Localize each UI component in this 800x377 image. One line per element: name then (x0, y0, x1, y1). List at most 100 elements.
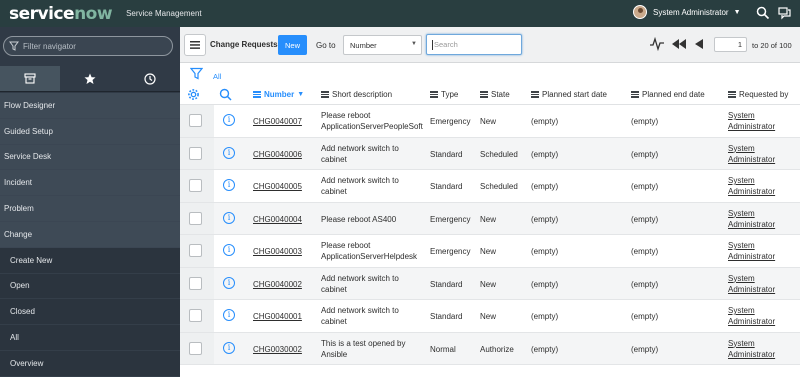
sidebar-item-guided-setup[interactable]: Guided Setup (0, 118, 180, 145)
cell-planned-start: (empty) (531, 117, 559, 126)
search-icon[interactable] (756, 6, 770, 20)
cell-short-description: Please reboot ApplicationServerPeopleSof… (321, 111, 423, 131)
servicenow-logo[interactable]: servicenow (9, 4, 113, 24)
column-header-req-label: Requested by (739, 90, 789, 99)
info-icon[interactable]: i (223, 211, 235, 224)
row-checkbox[interactable] (189, 211, 202, 225)
sidebar-item-incident[interactable]: Incident (0, 170, 180, 197)
cell-number[interactable]: CHG0030002 (253, 344, 302, 355)
column-header-number[interactable]: Number ▼ (253, 90, 304, 99)
chevron-down-icon: ▼ (411, 41, 417, 47)
cell-requested-by[interactable]: System Administrator (728, 338, 790, 360)
sidebar-item-service-desk[interactable]: Service Desk (0, 144, 180, 171)
list-context-menu-button[interactable] (184, 34, 206, 56)
table-row: i CHG0040003 Please reboot ApplicationServ… (180, 235, 800, 268)
search-placeholder: Search (434, 40, 458, 49)
user-menu[interactable]: System Administrator ▼ (633, 5, 741, 19)
cell-planned-end: (empty) (631, 117, 659, 126)
cell-state: New (480, 117, 497, 126)
table-row: i CHG0030002 This is a test opened by Ansi… (180, 332, 800, 365)
column-header-requested-by[interactable]: Requested by (728, 90, 788, 99)
sidebar-item-problem[interactable]: Problem (0, 196, 180, 222)
tab-favorites[interactable] (60, 66, 120, 91)
info-icon[interactable]: i (223, 244, 235, 256)
row-checkbox[interactable] (189, 146, 202, 160)
application-navigator: Flow DesignerGuided SetupService DeskInc… (0, 27, 180, 377)
chat-icon[interactable] (778, 6, 792, 20)
cell-short-description: Add network switch to cabinet (321, 273, 399, 294)
list-header: Change Requests New Go to Number ▼ Searc… (180, 27, 800, 63)
cell-state: Authorize (480, 344, 514, 354)
filter-navigator[interactable] (3, 36, 173, 56)
cell-number[interactable]: CHG0040001 (253, 311, 302, 322)
column-menu-icon (430, 90, 438, 99)
search-input[interactable]: Search (426, 34, 522, 55)
cell-requested-by[interactable]: System Administrator (728, 208, 790, 230)
cell-requested-by[interactable]: System Administrator (728, 143, 790, 165)
cell-requested-by[interactable]: System Administrator (728, 240, 790, 262)
row-checkbox[interactable] (189, 244, 202, 257)
sidebar-item-change[interactable]: Change (0, 221, 180, 248)
column-header-end-label: Planned end date (642, 90, 705, 99)
archive-icon (24, 73, 36, 84)
sidebar-item-overview[interactable]: Overview (0, 350, 180, 377)
cell-number[interactable]: CHG0040004 (253, 214, 302, 225)
first-page-icon[interactable] (672, 39, 686, 49)
column-header-short-description[interactable]: Short description (321, 90, 392, 99)
info-icon[interactable]: i (223, 146, 235, 159)
row-checkbox[interactable] (189, 309, 202, 322)
row-checkbox[interactable] (189, 114, 202, 127)
cell-planned-start: (empty) (531, 344, 559, 354)
new-button[interactable]: New (278, 35, 307, 55)
filter-icon (9, 41, 19, 51)
info-icon[interactable]: i (223, 276, 235, 289)
top-banner: servicenow Service Management System Adm… (0, 0, 800, 27)
activity-pulse-icon[interactable] (650, 37, 664, 51)
cell-number[interactable]: CHG0040007 (253, 116, 302, 127)
info-icon[interactable]: i (223, 341, 235, 354)
filter-icon[interactable] (190, 67, 203, 80)
column-header-type[interactable]: Type (430, 90, 458, 99)
gear-icon[interactable] (187, 88, 200, 101)
sidebar-item-all[interactable]: All (0, 325, 180, 351)
cell-requested-by[interactable]: System Administrator (728, 110, 790, 132)
cell-type: Standard (430, 149, 463, 159)
user-name: System Administrator (653, 7, 729, 17)
cell-number[interactable]: CHG0040003 (253, 246, 302, 257)
row-checkbox[interactable] (189, 179, 202, 192)
goto-field-select[interactable]: Number ▼ (343, 35, 422, 55)
cell-requested-by[interactable]: System Administrator (728, 273, 790, 295)
cell-number[interactable]: CHG0040005 (253, 181, 302, 192)
cell-number[interactable]: CHG0040006 (253, 149, 302, 160)
filter-navigator-input[interactable] (23, 41, 163, 51)
tab-history[interactable] (120, 66, 180, 91)
sidebar-item-closed[interactable]: Closed (0, 299, 180, 326)
cell-planned-end: (empty) (631, 182, 659, 191)
column-menu-icon (253, 90, 261, 99)
breadcrumb-all-link[interactable]: All (213, 72, 221, 81)
cell-planned-start: (empty) (531, 247, 559, 256)
cell-requested-by[interactable]: System Administrator (728, 305, 790, 327)
sidebar-item-flow-designer[interactable]: Flow Designer (0, 93, 180, 119)
tab-all-apps[interactable] (0, 66, 60, 91)
info-icon[interactable]: i (223, 179, 235, 191)
cell-requested-by[interactable]: System Administrator (728, 175, 790, 197)
sidebar-item-open[interactable]: Open (0, 273, 180, 300)
column-menu-icon (480, 90, 488, 99)
info-icon[interactable]: i (223, 309, 235, 321)
page-number-input[interactable]: 1 (714, 37, 747, 52)
column-header-planned-start[interactable]: Planned start date (531, 90, 607, 99)
column-header-desc-label: Short description (332, 90, 393, 99)
row-checkbox[interactable] (189, 276, 202, 290)
search-icon[interactable] (219, 88, 232, 101)
column-header-planned-end[interactable]: Planned end date (631, 90, 705, 99)
cell-number[interactable]: CHG0040002 (253, 279, 302, 290)
previous-page-icon[interactable] (695, 39, 703, 49)
avatar (633, 5, 647, 19)
info-icon[interactable]: i (223, 114, 235, 126)
row-checkbox[interactable] (189, 341, 202, 355)
column-header-state[interactable]: State (480, 90, 510, 99)
sidebar-item-create-new[interactable]: Create New (0, 247, 180, 274)
cell-short-description: Add network switch to cabinet (321, 306, 399, 326)
cell-state: Scheduled (480, 182, 518, 191)
